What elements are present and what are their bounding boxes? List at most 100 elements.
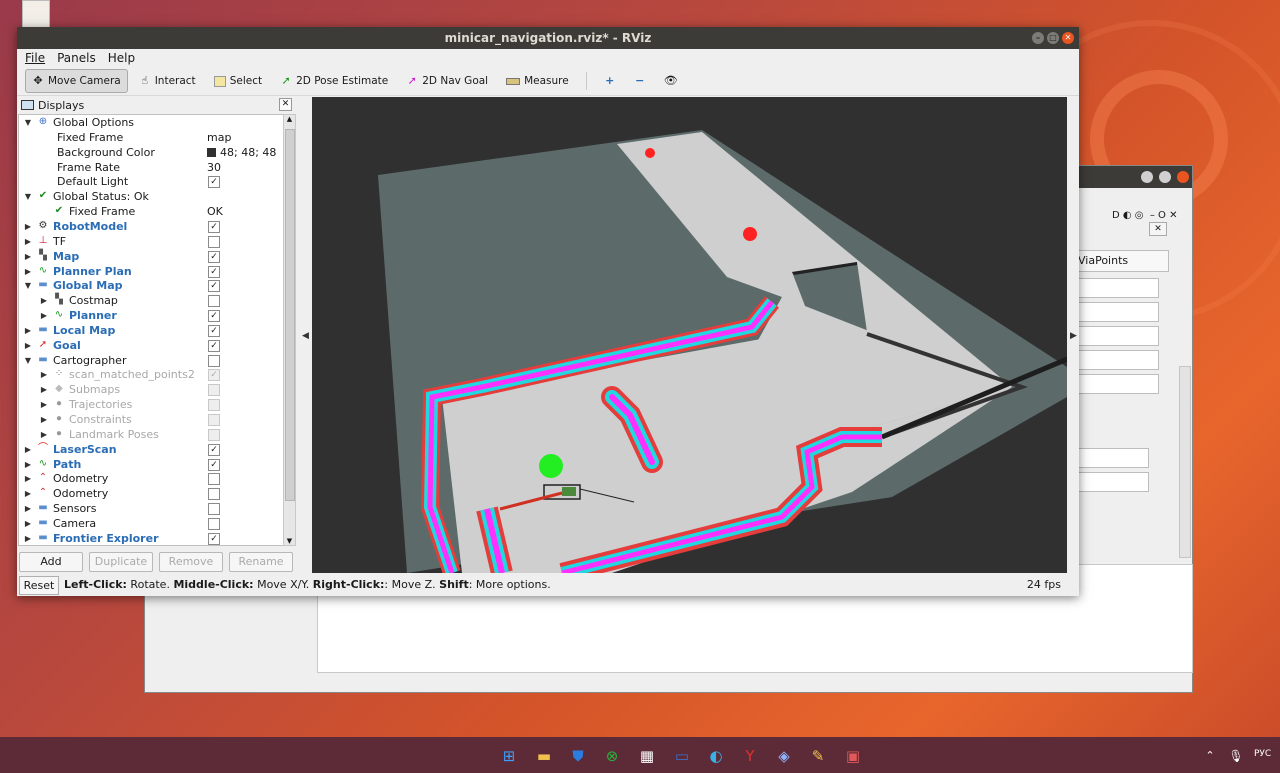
move-camera-button[interactable]: ✥ Move Camera — [25, 69, 128, 93]
collapsed-arrow-icon[interactable]: ▶ — [23, 338, 33, 353]
display-row[interactable]: Fixed Frame map — [19, 130, 283, 145]
collapsed-arrow-icon[interactable]: ▶ — [23, 501, 33, 516]
display-enabled-checkbox[interactable]: ✓ — [208, 265, 220, 278]
duplicate-button[interactable]: Duplicate — [89, 552, 153, 572]
display-enabled-checkbox[interactable]: ✓ — [208, 324, 220, 337]
display-row[interactable]: ▶ ∿ Planner ✓ — [19, 308, 283, 323]
collapsed-arrow-icon[interactable]: ▶ — [39, 367, 49, 382]
display-enabled-checkbox[interactable] — [208, 235, 220, 248]
display-row[interactable]: ▶ ⦁ Landmark Poses — [19, 427, 283, 442]
display-enabled-checkbox[interactable] — [208, 295, 220, 308]
language-indicator[interactable]: РУС — [1254, 749, 1271, 759]
collapsed-arrow-icon[interactable]: ▶ — [23, 249, 33, 264]
display-enabled-checkbox[interactable]: ✓ — [208, 280, 220, 293]
file-explorer-icon[interactable]: ▬ — [534, 746, 554, 766]
param-field[interactable] — [1077, 302, 1159, 322]
display-row[interactable]: ▶ ▬ Frontier Explorer ✓ — [19, 531, 283, 545]
display-enabled-checkbox[interactable]: ✓ — [208, 220, 220, 233]
param-field[interactable] — [1077, 472, 1149, 492]
display-row[interactable]: ▶ ▬ Local Map ✓ — [19, 323, 283, 338]
display-enabled-checkbox[interactable] — [208, 384, 220, 397]
param-field[interactable] — [1077, 374, 1159, 394]
expanded-arrow-icon[interactable]: ▼ — [23, 115, 33, 130]
virtualbox-icon[interactable]: ◈ — [774, 746, 794, 766]
display-row[interactable]: Background Color 48; 48; 48 — [19, 145, 283, 160]
collapsed-arrow-icon[interactable]: ▶ — [23, 219, 33, 234]
expanded-arrow-icon[interactable]: ▼ — [23, 353, 33, 368]
minimize-icon[interactable]: – — [1032, 32, 1044, 44]
collapsed-arrow-icon[interactable]: ▶ — [23, 516, 33, 531]
collapsed-arrow-icon[interactable]: ▶ — [23, 486, 33, 501]
color-swatch[interactable] — [207, 147, 216, 157]
microphone-icon[interactable]: 🎙 — [1226, 746, 1246, 766]
display-row[interactable]: Default Light ✓ — [19, 174, 283, 189]
display-enabled-checkbox[interactable]: ✓ — [208, 310, 220, 323]
display-row[interactable]: ▶ ➚ Goal ✓ — [19, 338, 283, 353]
display-value[interactable]: OK — [207, 205, 223, 218]
maximize-icon[interactable] — [1159, 171, 1171, 183]
chevron-up-icon[interactable]: ⌃ — [1200, 746, 1220, 766]
measure-button[interactable]: Measure — [499, 69, 576, 93]
select-button[interactable]: Select — [207, 69, 269, 93]
display-value[interactable]: 48; 48; 48 — [220, 146, 276, 159]
display-row[interactable]: ▼ ✔ Global Status: Ok — [19, 189, 283, 204]
collapse-right-icon[interactable]: ▶ — [1070, 331, 1077, 341]
background-scrollbar[interactable] — [1179, 366, 1191, 558]
edge-icon[interactable]: ◐ — [706, 746, 726, 766]
minimize-icon[interactable] — [1141, 171, 1153, 183]
collapse-left-icon[interactable]: ◀ — [302, 331, 309, 341]
app-icon[interactable]: ▣ — [843, 746, 863, 766]
monitor-app-icon[interactable]: ▭ — [672, 746, 692, 766]
scroll-up-icon[interactable]: ▲ — [284, 115, 295, 123]
background-window-panel-close[interactable]: ✕ — [1149, 222, 1167, 236]
display-enabled-checkbox[interactable] — [208, 414, 220, 426]
display-enabled-checkbox[interactable]: ✓ — [208, 532, 220, 545]
param-field[interactable] — [1077, 350, 1159, 370]
view-tool-button[interactable]: 👁 — [657, 69, 683, 93]
rename-button[interactable]: Rename — [229, 552, 293, 572]
param-field[interactable] — [1077, 448, 1149, 468]
close-icon[interactable] — [1177, 171, 1189, 183]
collapsed-arrow-icon[interactable]: ▶ — [39, 427, 49, 442]
expanded-arrow-icon[interactable]: ▼ — [23, 278, 33, 293]
collapsed-arrow-icon[interactable]: ▶ — [23, 457, 33, 472]
display-row[interactable]: ▶ ⌃ Odometry — [19, 471, 283, 486]
notes-icon[interactable]: ✎ — [808, 746, 828, 766]
display-row[interactable]: ▼ ⊕ Global Options — [19, 115, 283, 130]
displays-scrollbar[interactable]: ▲ ▼ — [283, 114, 296, 546]
display-row[interactable]: ▶ ⦁ Trajectories — [19, 397, 283, 412]
collapsed-arrow-icon[interactable]: ▶ — [39, 293, 49, 308]
display-enabled-checkbox[interactable]: ✓ — [208, 339, 220, 352]
display-row[interactable]: ▶ ⁘ scan_matched_points2 ✓ — [19, 367, 283, 382]
collapsed-arrow-icon[interactable]: ▶ — [23, 234, 33, 249]
collapsed-arrow-icon[interactable]: ▶ — [39, 308, 49, 323]
display-row[interactable]: ▶ ⊥ TF — [19, 234, 283, 249]
display-enabled-checkbox[interactable] — [208, 354, 220, 367]
display-row[interactable]: ▶ ∿ Path ✓ — [19, 457, 283, 472]
interact-button[interactable]: ☝ Interact — [132, 69, 203, 93]
maximize-icon[interactable]: □ — [1047, 32, 1059, 44]
display-row[interactable]: ▶ ⚙ RobotModel ✓ — [19, 219, 283, 234]
reset-button[interactable]: Reset — [19, 576, 59, 595]
collapsed-arrow-icon[interactable]: ▶ — [39, 412, 49, 427]
display-row[interactable]: ▼ ▬ Global Map ✓ — [19, 278, 283, 293]
3d-viewport[interactable] — [312, 97, 1067, 573]
display-row[interactable]: ▶ ∿ Planner Plan ✓ — [19, 264, 283, 279]
display-row[interactable]: ✔ Fixed Frame OK — [19, 204, 283, 219]
display-enabled-checkbox[interactable] — [208, 428, 220, 441]
display-row[interactable]: ▶ ⌒ LaserScan ✓ — [19, 442, 283, 457]
nav-goal-button[interactable]: ➚ 2D Nav Goal — [399, 69, 495, 93]
xbox-icon[interactable]: ⊗ — [602, 746, 622, 766]
display-enabled-checkbox[interactable]: ✓ — [208, 458, 220, 471]
display-row[interactable]: ▶ ⌃ Odometry — [19, 486, 283, 501]
display-enabled-checkbox[interactable]: ✓ — [208, 369, 220, 382]
display-enabled-checkbox[interactable] — [208, 399, 220, 412]
scroll-down-icon[interactable]: ▼ — [284, 537, 295, 545]
display-row[interactable]: ▶ ▬ Camera — [19, 516, 283, 531]
tab-viapoints[interactable]: ViaPoints — [1071, 250, 1169, 272]
yandex-icon[interactable]: Y — [740, 746, 760, 766]
calculator-icon[interactable]: ▦ — [637, 746, 657, 766]
collapsed-arrow-icon[interactable]: ▶ — [39, 397, 49, 412]
add-tool-button[interactable]: + — [597, 69, 623, 93]
display-row[interactable]: ▶ ▬ Sensors — [19, 501, 283, 516]
